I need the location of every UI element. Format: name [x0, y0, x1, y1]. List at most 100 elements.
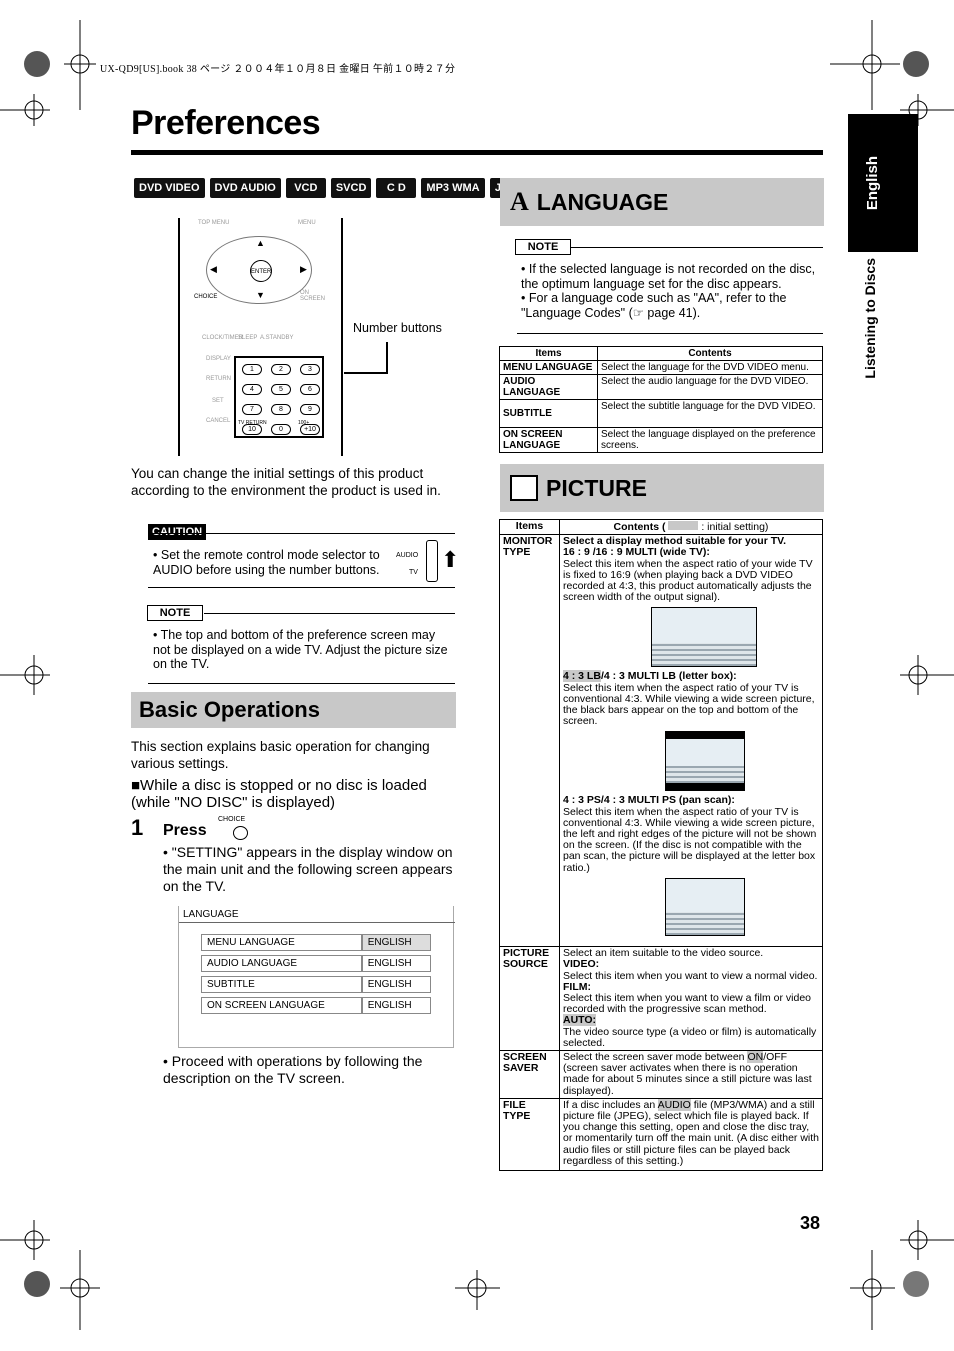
- badge-mp3-wma: MP3 WMA: [421, 178, 485, 198]
- text: The video source type (a video or film) …: [563, 1025, 817, 1049]
- item: MENU LANGUAGE: [499, 360, 598, 375]
- remote-illustration: TOP MENU MENU ENTER ▲ ▼ ◀ ▶ CHOICE ON SCRE…: [178, 218, 343, 456]
- picture-heading: PICTURE: [500, 464, 824, 512]
- header-text: : initial setting): [701, 521, 769, 533]
- badge-cd: C D: [376, 178, 417, 198]
- language-icon: A: [510, 187, 529, 216]
- remote-label: 100+: [298, 420, 310, 426]
- screen-value: ENGLISH: [361, 976, 431, 993]
- section-label: Listening to Discs: [862, 258, 878, 379]
- initial-setting: 4 : 3 LB: [563, 670, 601, 683]
- screen-menu: MENU LANGUAGE ENGLISH AUDIO LANGUAGE ENGLI…: [201, 930, 431, 1018]
- basic-operations-heading: Basic Operations: [131, 692, 456, 728]
- screen-item: MENU LANGUAGE: [201, 934, 362, 951]
- text: Select the screen saver mode between: [563, 1051, 748, 1064]
- step-bullet-2: • Proceed with operations by following t…: [163, 1053, 423, 1086]
- choice-button-icon: [233, 826, 248, 840]
- enter-button: ENTER: [250, 260, 272, 282]
- screen-value: ENGLISH: [361, 997, 431, 1014]
- table-row: FILE TYPE If a disc includes an AUDIO fi…: [499, 1097, 823, 1172]
- picture-title: PICTURE: [546, 474, 647, 501]
- remote-label: SLEEP: [238, 335, 258, 341]
- contents: If a disc includes an AUDIO file (MP3/WM…: [559, 1097, 823, 1172]
- picture-table: Items Contents ( : initial setting) MONI…: [499, 518, 823, 1172]
- screen-item: SUBTITLE: [201, 976, 362, 993]
- remote-label: TOP MENU: [198, 220, 230, 226]
- item: ON SCREEN LANGUAGE: [499, 427, 598, 453]
- table-row: PICTURE SOURCE Select an item suitable t…: [499, 946, 823, 1052]
- option-title: VIDEO:: [563, 958, 600, 971]
- note-body: The top and bottom of the preference scr…: [153, 628, 448, 671]
- item: SCREEN SAVER: [499, 1050, 560, 1099]
- basic-condition: ■While a disc is stopped or no disc is l…: [131, 777, 427, 811]
- item: SUBTITLE: [499, 399, 598, 428]
- contents: Select an item suitable to the video sou…: [559, 946, 823, 1052]
- note-item: For a language code such as "AA", refer …: [521, 291, 787, 320]
- text: If a disc includes an: [563, 1098, 658, 1111]
- step-press: Press: [163, 822, 207, 839]
- screen-value: ENGLISH: [361, 934, 431, 951]
- number-key-4: 4: [242, 384, 262, 395]
- screen-row[interactable]: ON SCREEN LANGUAGE ENGLISH: [201, 997, 431, 1014]
- remote-label: TV RETURN: [238, 420, 267, 426]
- remote-label: ON SCREEN: [300, 290, 326, 302]
- language-title: LANGUAGE: [536, 188, 669, 215]
- side-tab: English: [848, 114, 918, 252]
- number-key-5: 5: [271, 384, 291, 395]
- item: AUDIO LANGUAGE: [499, 374, 598, 400]
- option-title: 16 : 9 /16 : 9 MULTI (wide TV):: [563, 546, 710, 559]
- initial-setting: ON: [747, 1051, 764, 1064]
- callout-label: Number buttons: [353, 321, 442, 335]
- bullet-text: Proceed with operations by following the…: [163, 1053, 423, 1086]
- remote-label: CANCEL: [206, 418, 231, 424]
- letterbox-image: [665, 731, 745, 792]
- remote-label: RETURN: [206, 376, 231, 382]
- number-buttons: 1 2 3 4 5 6 7 8 9 10 0 +10 TV RETURN 100+: [234, 356, 324, 438]
- language-table: Items Contents MENU LANGUAGE Select the la…: [499, 346, 823, 453]
- screen-row[interactable]: MENU LANGUAGE ENGLISH: [201, 934, 431, 951]
- number-key-7: 7: [242, 404, 262, 415]
- caution-body: Set the remote control mode selector to …: [153, 548, 380, 577]
- arrow-up-icon: ⬆: [441, 547, 460, 572]
- screen-row[interactable]: SUBTITLE ENGLISH: [201, 976, 431, 993]
- book-info: UX-QD9[US].book 38 ページ ２００４年１０月８日 金曜日 午前…: [100, 64, 456, 75]
- mode-switch-icon: [426, 540, 438, 582]
- caution-label: CAUTION: [148, 524, 207, 540]
- step-number: 1: [131, 815, 144, 840]
- screen-row[interactable]: AUDIO LANGUAGE ENGLISH: [201, 955, 431, 972]
- screen-item: ON SCREEN LANGUAGE: [201, 997, 362, 1014]
- table-row: MONITOR TYPE Select a display method sui…: [499, 534, 823, 948]
- item: FILE TYPE: [499, 1097, 560, 1172]
- screen-item: AUDIO LANGUAGE: [201, 955, 362, 972]
- badge-svcd: SVCD: [330, 178, 372, 198]
- number-key-1: 1: [242, 364, 262, 375]
- text: Select this item when the aspect ratio o…: [563, 681, 815, 728]
- table-row: AUDIO LANGUAGE Select the audio language …: [499, 374, 823, 400]
- initial-swatch: [668, 521, 699, 530]
- text: Select this item when the aspect ratio o…: [563, 557, 813, 604]
- remote-label: CHOICE: [194, 294, 218, 300]
- note-item: If the selected language is not recorded…: [521, 262, 816, 291]
- intro-text: You can change the initial settings of t…: [131, 466, 441, 498]
- table-row: MENU LANGUAGE Select the language for the…: [499, 360, 823, 375]
- bullet-text: "SETTING" appears in the display window …: [163, 844, 453, 894]
- caution-text: • Set the remote control mode selector t…: [153, 548, 380, 577]
- remote-label: DISPLAY: [206, 356, 231, 362]
- table-row: SCREEN SAVER Select the screen saver mod…: [499, 1050, 823, 1099]
- screen-tab-language: LANGUAGE: [183, 909, 239, 920]
- picture-icon: [510, 475, 538, 501]
- table-row: ON SCREEN LANGUAGE Select the language di…: [499, 427, 823, 453]
- number-key-6: 6: [300, 384, 320, 395]
- contents: Select a display method suitable for you…: [559, 534, 823, 948]
- badge-dvd-audio: DVD AUDIO: [209, 178, 281, 198]
- number-key-9: 9: [300, 404, 320, 415]
- col-contents: Contents ( : initial setting): [559, 518, 823, 536]
- initial-setting: AUDIO: [657, 1098, 691, 1111]
- col-contents: Contents: [597, 346, 823, 361]
- language-note-label: NOTE: [515, 239, 571, 255]
- number-key-8: 8: [271, 404, 291, 415]
- step-bullet-1: • "SETTING" appears in the display windo…: [163, 844, 453, 894]
- initial-setting: AUTO:: [563, 1014, 597, 1027]
- text: Select this item when the aspect ratio o…: [563, 805, 817, 874]
- basic-desc: This section explains basic operation fo…: [131, 739, 430, 771]
